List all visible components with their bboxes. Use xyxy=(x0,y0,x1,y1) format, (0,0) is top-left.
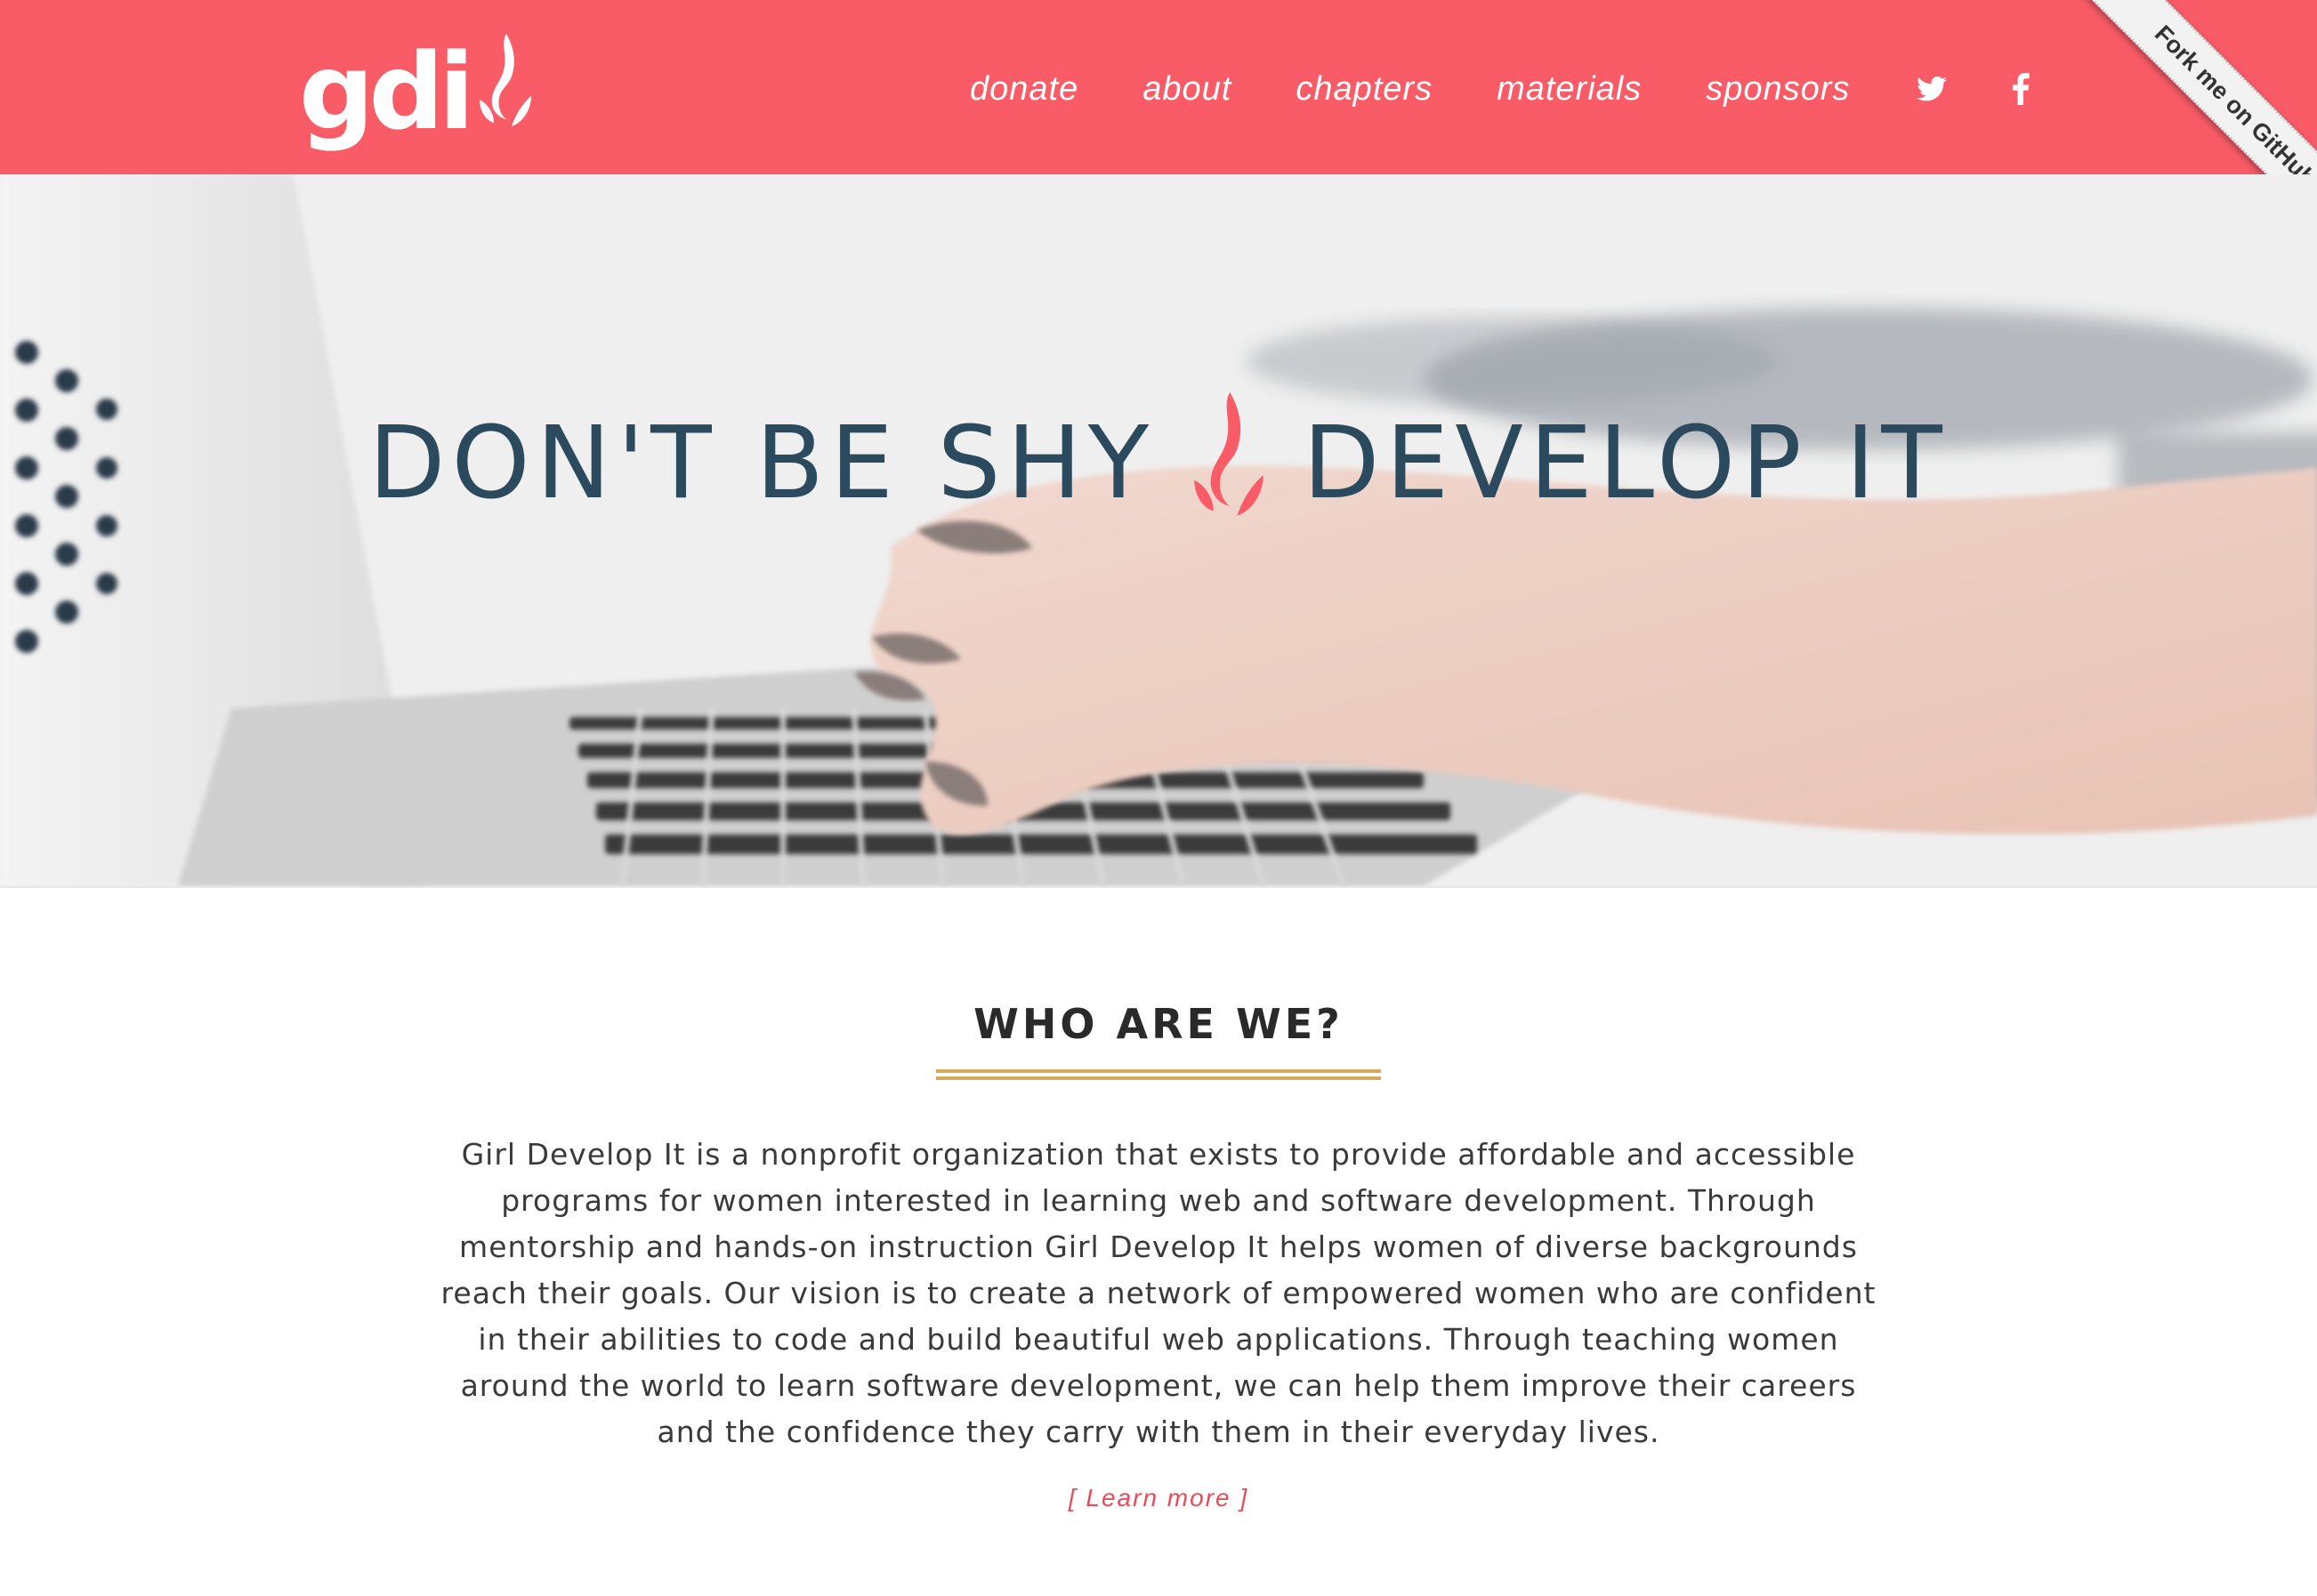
learn-more-link[interactable]: [ Learn more ] xyxy=(0,1484,2317,1512)
hero-title-left: DON'T BE SHY xyxy=(368,406,1156,521)
nav-about[interactable]: about xyxy=(1142,72,1231,106)
logo-text: gdi xyxy=(299,30,474,153)
title-underline xyxy=(936,1069,1381,1080)
facebook-icon[interactable] xyxy=(2003,71,2038,107)
section-title: WHO ARE WE? xyxy=(973,1000,1344,1048)
nav-chapters[interactable]: chapters xyxy=(1296,72,1433,106)
nav-materials[interactable]: materials xyxy=(1497,72,1642,106)
hero-divider xyxy=(0,886,2317,888)
drop-icon xyxy=(1194,392,1263,516)
hero-title-right: DEVELOP IT xyxy=(1303,406,1949,521)
nav-donate[interactable]: donate xyxy=(970,72,1078,106)
logo[interactable]: gdi xyxy=(299,28,537,144)
about-description: Girl Develop It is a nonprofit organizat… xyxy=(440,1137,1877,1449)
site-header: gdi donate about chapters materials spon… xyxy=(0,0,2317,174)
drop-logo-icon xyxy=(480,34,532,126)
hero-banner: DON'T BE SHY DEVELOP IT xyxy=(0,174,2317,886)
hero-tagline: DON'T BE SHY DEVELOP IT xyxy=(0,392,2317,535)
twitter-icon[interactable] xyxy=(1914,71,1950,107)
main-nav: donate about chapters materials sponsors xyxy=(970,71,2092,107)
nav-sponsors[interactable]: sponsors xyxy=(1706,72,1850,106)
